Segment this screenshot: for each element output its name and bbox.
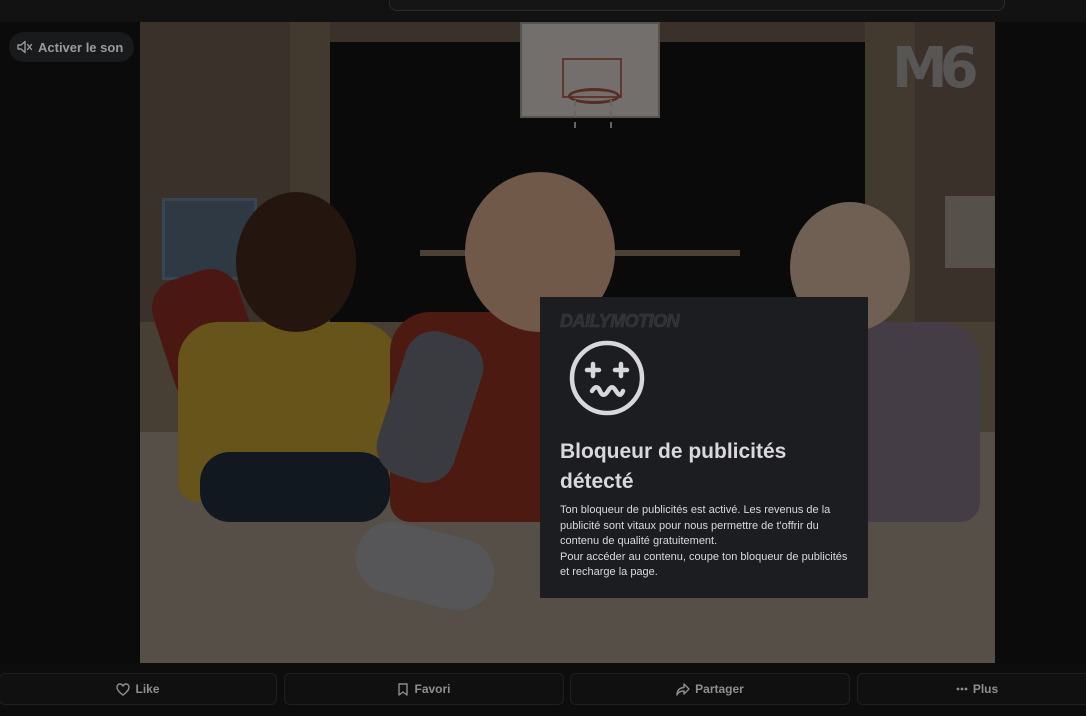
share-icon (676, 682, 690, 696)
more-dots-icon (956, 687, 968, 691)
action-bar: Like Favori Partager Plus (0, 663, 1086, 716)
modal-paragraph: Pour accéder au contenu, coupe ton bloqu… (560, 550, 848, 579)
share-label: Partager (695, 682, 744, 696)
more-label: Plus (972, 682, 999, 696)
favorite-button[interactable]: Favori (284, 673, 564, 705)
modal-paragraph: Ton bloqueur de publicités est activé. L… (560, 504, 831, 547)
unmute-button[interactable]: Activer le son (9, 32, 135, 62)
share-button[interactable]: Partager (570, 673, 850, 705)
like-label: Like (135, 682, 160, 696)
adblock-modal: DAILYMOTION Bloqueur de publicités détec… (540, 297, 868, 598)
dailymotion-logo: DAILYMOTION (560, 311, 680, 332)
dizzy-face-icon (569, 340, 645, 416)
favorite-label: Favori (414, 682, 451, 696)
unmute-label: Activer le son (38, 39, 124, 55)
more-button[interactable]: Plus (857, 673, 1086, 705)
modal-title: Bloqueur de publicités détecté (560, 440, 787, 493)
search-bar[interactable] (389, 0, 1005, 11)
speaker-muted-icon (17, 40, 33, 54)
heart-icon (116, 682, 131, 696)
like-button[interactable]: Like (0, 673, 277, 705)
bookmark-icon (397, 682, 409, 696)
top-bar (0, 0, 1086, 22)
modal-message: Ton bloqueur de publicités est activé. L… (560, 503, 848, 581)
